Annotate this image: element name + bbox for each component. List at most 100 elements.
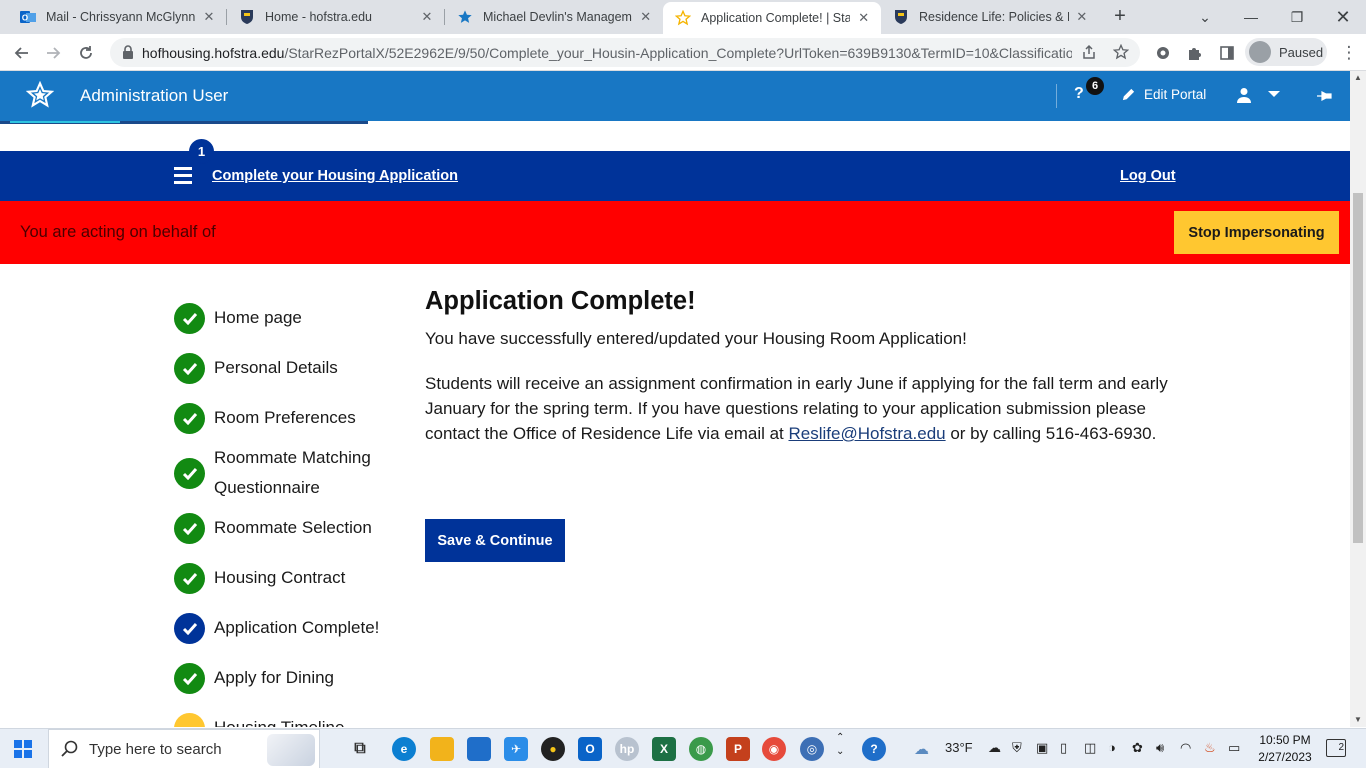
task-view-icon[interactable]: ⧉ [348, 737, 372, 761]
reload-icon[interactable] [73, 40, 99, 66]
window-close-icon[interactable]: ✕ [1320, 0, 1366, 34]
step-label: Room Preferences [214, 408, 356, 427]
url-path: /StarRezPortalX/52E2962E/9/50/Complete_y… [284, 45, 1072, 61]
hamburger-menu-icon[interactable] [174, 167, 192, 184]
side-panel-icon[interactable] [1214, 40, 1240, 66]
share-icon[interactable] [1076, 39, 1102, 65]
page-scrollbar[interactable]: ▲ ▼ [1350, 71, 1366, 727]
step-label: Personal Details [214, 358, 338, 377]
reslife-email-link[interactable]: Reslife@Hofstra.edu [789, 424, 946, 443]
close-icon[interactable]: ✕ [202, 9, 216, 25]
help-tray-icon[interactable]: ? [862, 737, 886, 761]
volume-icon[interactable]: 🔊︎ [1156, 740, 1164, 756]
log-out-link[interactable]: Log Out [1120, 168, 1176, 184]
tab-residence-life[interactable]: Residence Life: Policies & Pro ✕ [881, 0, 1099, 34]
check-icon [174, 457, 205, 489]
taskbar-clock[interactable]: 10:50 PM 2/27/2023 [1250, 732, 1320, 766]
store-icon[interactable] [467, 737, 491, 761]
profile-button[interactable]: Paused [1245, 38, 1327, 66]
minimize-icon[interactable]: — [1228, 0, 1274, 34]
step-item[interactable]: Apply for Dining [174, 653, 414, 703]
more-menu-icon[interactable]: ⋮ [1336, 40, 1362, 66]
edge-browser-icon[interactable]: e [392, 737, 416, 761]
back-arrow-icon[interactable] [8, 40, 34, 66]
chevron-down-icon[interactable] [1268, 91, 1280, 97]
step-item-current[interactable]: Application Complete! [174, 603, 414, 653]
pencil-icon [1122, 88, 1135, 101]
tray-app-icon[interactable]: ✿ [1132, 740, 1143, 756]
network-app-icon[interactable]: ◎ [800, 737, 824, 761]
lock-icon [123, 45, 133, 59]
tab-application-complete[interactable]: Application Complete! | StarR ✕ [663, 2, 881, 34]
tab-hofstra-home[interactable]: Home - hofstra.edu ✕ [227, 0, 445, 34]
url-text: hofhousing.hofstra.edu/StarRezPortalX/52… [142, 45, 1072, 61]
clock-time: 10:50 PM [1259, 733, 1311, 747]
onedrive-icon[interactable]: ☁ [988, 740, 1001, 756]
tab-title: Mail - Chrissyann McGlynn - O [46, 10, 196, 24]
powerpoint-icon[interactable]: P [726, 737, 750, 761]
excel-icon[interactable]: X [652, 737, 676, 761]
taskbar-search-box[interactable]: Type here to search [48, 729, 320, 768]
close-icon[interactable]: ✕ [1075, 9, 1089, 25]
extensions-puzzle-icon[interactable] [1182, 40, 1208, 66]
step-item[interactable]: Housing Contract [174, 553, 414, 603]
notification-center-icon[interactable]: 2 [1326, 739, 1346, 757]
close-icon[interactable]: ✕ [856, 10, 871, 26]
save-continue-button[interactable]: Save & Continue [425, 519, 565, 562]
chrome-icon[interactable]: ◉ [762, 737, 786, 761]
outlook-taskbar-icon[interactable]: O [578, 737, 602, 761]
scroll-up-icon[interactable]: ▲ [1350, 71, 1366, 85]
step-item[interactable]: Roommate Selection [174, 503, 414, 553]
tab-search-chevron-icon[interactable]: ⌄ [1182, 0, 1228, 34]
breadcrumb-link[interactable]: Complete your Housing Application [212, 168, 458, 184]
info-text-end: or by calling 516-463-6930. [945, 424, 1157, 443]
search-highlight-image [267, 734, 315, 766]
media-app-icon[interactable]: ● [541, 737, 565, 761]
header-image-accent [10, 121, 120, 123]
clock-date: 2/27/2023 [1258, 750, 1312, 764]
hp-app-icon[interactable]: hp [615, 737, 639, 761]
outlook-icon: O [20, 9, 36, 25]
wifi-icon[interactable]: ◠ [1180, 740, 1191, 756]
success-message: You have successfully entered/updated yo… [425, 329, 967, 348]
bookmark-star-icon[interactable] [1108, 39, 1134, 65]
user-icon[interactable] [1236, 87, 1252, 103]
help-icon[interactable]: ? [1074, 85, 1084, 103]
tab-management[interactable]: Michael Devlin's Managemen ✕ [445, 0, 663, 34]
avatar [1249, 41, 1271, 63]
pinned-app-icon[interactable]: ✈ [504, 737, 528, 761]
tab-mail[interactable]: O Mail - Chrissyann McGlynn - O ✕ [8, 0, 226, 34]
url-host: hofhousing.hofstra.edu [142, 45, 285, 61]
stop-impersonating-button[interactable]: Stop Impersonating [1174, 211, 1339, 254]
file-explorer-icon[interactable] [430, 737, 454, 761]
scrollbar-thumb[interactable] [1353, 193, 1363, 543]
usb-icon[interactable]: ▯ [1060, 740, 1067, 756]
close-icon[interactable]: ✕ [419, 9, 435, 25]
address-bar[interactable]: hofhousing.hofstra.edu/StarRezPortalX/52… [110, 38, 1140, 67]
security-icon[interactable]: ⛨ [1012, 740, 1022, 756]
extension-shield-icon[interactable] [1150, 40, 1176, 66]
forward-arrow-icon[interactable] [41, 40, 67, 66]
pin-icon[interactable] [1316, 88, 1332, 104]
globe-app-icon[interactable]: ◍ [689, 737, 713, 761]
scroll-down-icon[interactable]: ▼ [1350, 713, 1366, 727]
restore-icon[interactable]: ❐ [1274, 0, 1320, 34]
windows-start-icon[interactable] [14, 740, 32, 758]
tray-app-icon[interactable]: ◫ [1084, 740, 1096, 756]
weather-temperature[interactable]: 33°F [945, 740, 973, 755]
check-icon [174, 302, 205, 334]
battery-icon[interactable]: ▭ [1228, 740, 1240, 756]
new-tab-plus-icon[interactable]: + [1108, 5, 1132, 29]
tray-overflow-chevron-icon[interactable]: ⌃ ⌄ [836, 731, 844, 759]
step-item[interactable]: Roommate Matching Questionnaire [174, 443, 414, 503]
step-item[interactable]: Housing Timeline [174, 703, 414, 727]
edit-portal-button[interactable]: Edit Portal [1121, 87, 1206, 102]
starrez-logo-icon[interactable] [26, 81, 54, 109]
close-icon[interactable]: ✕ [638, 9, 653, 25]
tray-app-icon[interactable]: ▣ [1036, 740, 1048, 756]
step-item[interactable]: Room Preferences [174, 393, 414, 443]
tray-app-icon[interactable]: ◑ [1108, 740, 1116, 755]
step-item[interactable]: Personal Details [174, 343, 414, 393]
step-item[interactable]: Home page [174, 293, 414, 343]
flame-tray-icon[interactable]: ♨ [1204, 740, 1216, 756]
